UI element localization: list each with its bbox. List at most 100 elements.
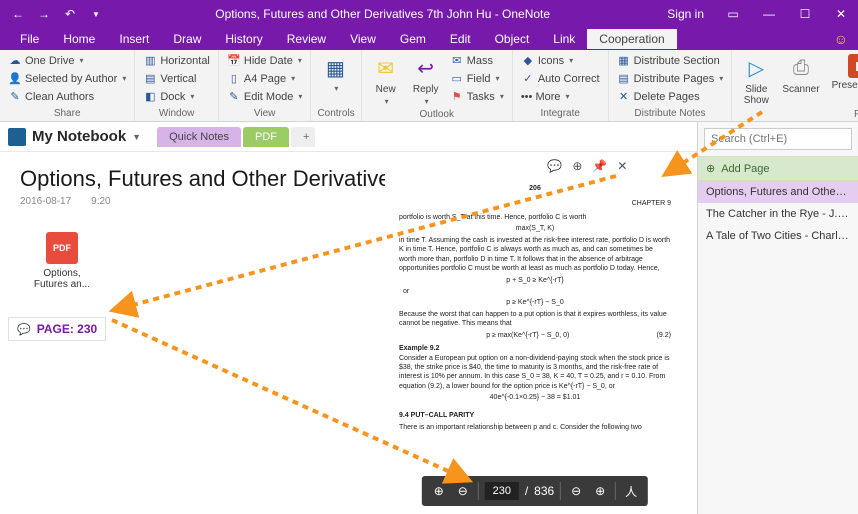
selected-by-author-button[interactable]: 👤Selected by Author▾ [6, 70, 128, 87]
presentation-button[interactable]: PPresentation [828, 52, 858, 93]
pv-page-input[interactable] [485, 482, 519, 500]
distribute-section-button[interactable]: ▦Distribute Section [615, 52, 726, 69]
pv-page-down-icon[interactable]: ⊖ [454, 484, 472, 498]
horizontal-icon: ▥ [143, 54, 157, 68]
edit-mode-button[interactable]: ✎Edit Mode▾ [225, 88, 305, 105]
slideshow-button[interactable]: ▷Slide Show [738, 52, 774, 108]
pv-comment-icon[interactable]: 💬 [547, 159, 562, 173]
pv-page-up-icon[interactable]: ⊕ [430, 484, 448, 498]
clean-icon: ✎ [8, 90, 22, 104]
menu-object[interactable]: Object [483, 29, 542, 49]
page-time: 9:20 [91, 196, 110, 207]
maximize-icon[interactable]: ☐ [788, 0, 822, 28]
page-list-item[interactable]: A Tale of Two Cities - Charles Dic [698, 225, 858, 247]
forward-icon[interactable]: → [32, 2, 56, 26]
menu-insert[interactable]: Insert [107, 29, 161, 49]
pv-expand-icon[interactable]: ⤢ [667, 159, 677, 174]
new-mail-button[interactable]: ✉New▾ [368, 52, 404, 108]
menu-file[interactable]: File [8, 29, 51, 49]
controls-button[interactable]: ▦▾ [317, 52, 353, 95]
autocorrect-button[interactable]: ✓Auto Correct [519, 70, 602, 87]
undo-icon[interactable]: ↶ [58, 2, 82, 26]
minimize-icon[interactable]: — [752, 0, 786, 28]
ribbon: ☁One Drive▾ 👤Selected by Author▾ ✎Clean … [0, 50, 858, 122]
search-input[interactable] [704, 128, 852, 150]
clean-authors-button[interactable]: ✎Clean Authors [6, 88, 128, 105]
pv-close-icon[interactable]: ✕ [617, 159, 627, 173]
feedback-smiley-icon[interactable]: ☺ [834, 31, 848, 47]
pv-acrobat-icon[interactable]: 人 [622, 483, 640, 500]
group-integrate-label: Integrate [519, 107, 602, 121]
vertical-button[interactable]: ▤Vertical [141, 70, 212, 87]
add-page-button[interactable]: ⊕Add Page [698, 156, 858, 181]
notebook-dropdown-icon[interactable]: ▼ [132, 132, 141, 142]
group-window-label: Window [141, 107, 212, 121]
pdf-preview-pane: 💬 ⊕ 📌 ✕ ⤢ 206 CHAPTER 9 portfolio is wor… [385, 154, 685, 512]
notebook-icon[interactable] [8, 128, 26, 146]
horizontal-button[interactable]: ▥Horizontal [141, 52, 212, 69]
pdf-attachment[interactable]: PDF Options, Futures an... [32, 232, 92, 290]
menu-home[interactable]: Home [51, 29, 107, 49]
pv-zoom-in-icon[interactable]: ⊕ [591, 484, 609, 498]
menu-cooperation[interactable]: Cooperation [587, 29, 676, 49]
pdf-file-icon: PDF [46, 232, 78, 264]
pv-page-sep: / [525, 484, 528, 498]
menu-draw[interactable]: Draw [161, 29, 213, 49]
pdf-attach-label: Options, Futures an... [32, 268, 92, 290]
author-icon: 👤 [8, 72, 22, 86]
mass-icon: ✉ [450, 54, 464, 68]
menu-edit[interactable]: Edit [438, 29, 483, 49]
group-view-label: View [225, 107, 305, 121]
ribbon-options-icon[interactable]: ▭ [716, 0, 750, 28]
icons-button[interactable]: ◆Icons▾ [519, 52, 602, 69]
menu-history[interactable]: History [213, 29, 274, 49]
mass-button[interactable]: ✉Mass [448, 52, 506, 69]
pv-add-icon[interactable]: ⊕ [572, 159, 582, 173]
dock-button[interactable]: ◧Dock▾ [141, 88, 212, 105]
field-icon: ▭ [450, 72, 464, 86]
title-bar: ← → ↶ ▼ Options, Futures and Other Deriv… [0, 0, 858, 28]
field-button[interactable]: ▭Field▾ [448, 70, 506, 87]
delete-icon: ✕ [617, 90, 631, 104]
tab-quick-notes[interactable]: Quick Notes [157, 127, 241, 147]
mail-new-icon: ✉ [372, 54, 400, 82]
back-icon[interactable]: ← [6, 2, 30, 26]
controls-icon: ▦ [321, 54, 349, 82]
menu-link[interactable]: Link [541, 29, 587, 49]
reply-icon: ↩ [412, 54, 440, 82]
page-list-item[interactable]: Options, Futures and Other Deriva [698, 181, 858, 203]
close-icon[interactable]: ✕ [824, 0, 858, 28]
more-button[interactable]: ••• More▾ [519, 88, 602, 105]
tasks-button[interactable]: ⚑Tasks▾ [448, 88, 506, 105]
notebook-name[interactable]: My Notebook [32, 128, 126, 145]
cloud-icon: ☁ [8, 54, 22, 68]
page-canvas[interactable]: Options, Futures and Other Derivative 20… [0, 152, 697, 514]
menu-gem[interactable]: Gem [388, 29, 438, 49]
page-list-item[interactable]: The Catcher in the Rye - J.D. Salin [698, 203, 858, 225]
page-date: 2016-08-17 [20, 196, 71, 207]
menu-view[interactable]: View [338, 29, 388, 49]
group-controls-label: Controls [317, 107, 354, 121]
plus-icon: ⊕ [706, 162, 715, 175]
qat-dropdown-icon[interactable]: ▼ [84, 2, 108, 26]
tab-add[interactable]: + [291, 127, 315, 147]
calendar-icon: 📅 [227, 54, 241, 68]
tab-pdf[interactable]: PDF [243, 127, 289, 147]
menu-review[interactable]: Review [275, 29, 338, 49]
pv-page-total: 836 [534, 484, 554, 498]
delete-pages-button[interactable]: ✕Delete Pages [615, 88, 726, 105]
dock-icon: ◧ [143, 90, 157, 104]
sign-in-link[interactable]: Sign in [657, 7, 714, 21]
page-icon: ▯ [227, 72, 241, 86]
distribute-pages-button[interactable]: ▤Distribute Pages▾ [615, 70, 726, 87]
hide-date-button[interactable]: 📅Hide Date▾ [225, 52, 305, 69]
onedrive-button[interactable]: ☁One Drive▾ [6, 52, 128, 69]
pv-zoom-out-icon[interactable]: ⊖ [567, 484, 585, 498]
pv-pin-icon[interactable]: 📌 [592, 159, 607, 173]
a4-page-button[interactable]: ▯A4 Page▾ [225, 70, 305, 87]
reply-button[interactable]: ↩Reply▾ [408, 52, 444, 108]
page-list-sidebar: ⊕Add Page Options, Futures and Other Der… [698, 122, 858, 514]
flag-icon: ⚑ [450, 90, 464, 104]
page-tag[interactable]: PAGE: 230 [8, 317, 106, 341]
scanner-button[interactable]: ⎙Scanner [778, 52, 823, 97]
